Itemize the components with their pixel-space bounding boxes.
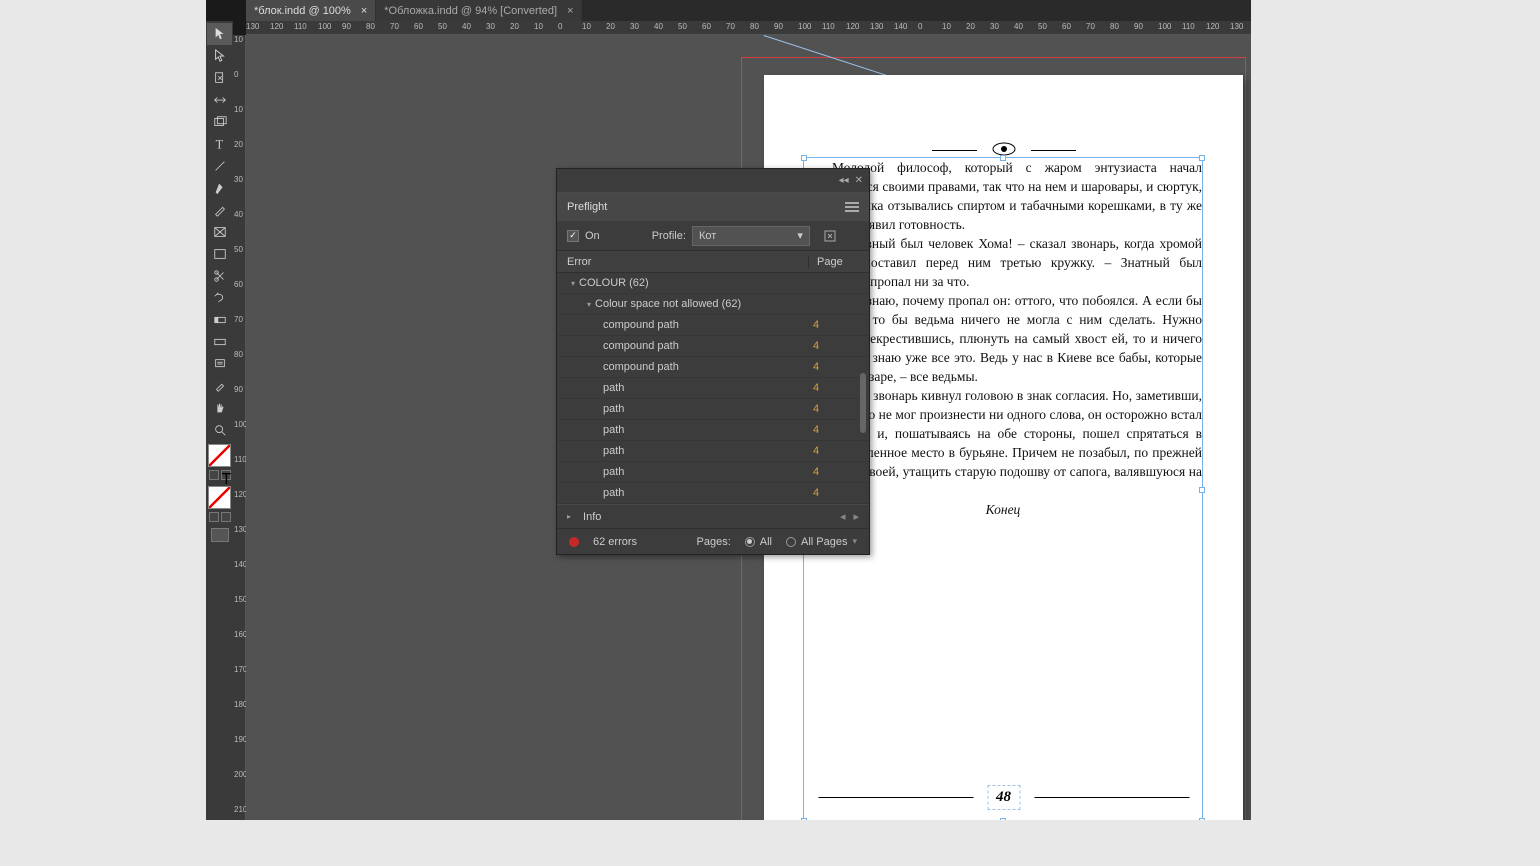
frame-handle[interactable] — [1000, 155, 1006, 161]
profile-select[interactable]: Кот ▾ — [692, 226, 810, 246]
frame-handle[interactable] — [801, 155, 807, 161]
formatting-container-icon[interactable] — [209, 470, 219, 480]
preflight-panel[interactable]: ◂◂ ✕ Preflight ✓ On Profile: Кот ▾ — [556, 168, 870, 555]
gradient-feather-tool[interactable] — [207, 331, 232, 353]
rectangle-tool[interactable] — [207, 243, 232, 265]
selection-tool[interactable] — [207, 23, 232, 45]
gap-tool[interactable] — [207, 89, 232, 111]
screen-mode-icon[interactable] — [211, 528, 229, 542]
document-tabs: *блок.indd @ 100% × *Обложка.indd @ 94% … — [246, 0, 1251, 21]
close-icon[interactable]: ✕ — [855, 175, 863, 186]
preflight-on-toggle[interactable]: ✓ On — [567, 230, 600, 242]
formatting-text-icon[interactable]: T — [221, 470, 231, 480]
page-tool[interactable] — [207, 67, 232, 89]
frame-handle[interactable] — [801, 818, 807, 820]
panel-title: Preflight — [567, 201, 607, 213]
column-error[interactable]: Error — [557, 256, 809, 268]
hand-tool[interactable] — [207, 397, 232, 419]
free-transform-tool[interactable] — [207, 287, 232, 309]
toolbox: T T — [206, 21, 233, 820]
panel-header-controls: ◂◂ ✕ — [557, 169, 869, 193]
caret-down-icon: ▾ — [587, 300, 591, 309]
scissors-tool[interactable] — [207, 265, 232, 287]
panel-menu-icon[interactable] — [845, 202, 859, 212]
close-icon[interactable]: × — [567, 5, 573, 17]
pen-tool[interactable] — [207, 177, 232, 199]
next-error-icon[interactable]: ▸ — [853, 510, 859, 523]
error-group[interactable]: ▾ COLOUR (62) — [557, 273, 869, 294]
preflight-controls: ✓ On Profile: Кот ▾ — [557, 221, 869, 251]
caret-down-icon: ▾ — [571, 279, 575, 288]
viewport: *блок.indd @ 100% × *Обложка.indd @ 94% … — [0, 0, 1540, 866]
error-item[interactable]: path4 — [557, 378, 869, 399]
rectangle-frame-tool[interactable] — [207, 221, 232, 243]
panel-title-row[interactable]: Preflight — [557, 193, 869, 221]
error-item[interactable]: compound path4 — [557, 315, 869, 336]
direct-selection-tool[interactable] — [207, 45, 232, 67]
scrollbar[interactable] — [860, 373, 866, 433]
radio-all-pages[interactable]: All Pages ▾ — [786, 536, 857, 548]
embed-profile-icon[interactable] — [822, 228, 838, 244]
error-indicator-icon — [569, 537, 579, 547]
close-icon[interactable]: × — [361, 5, 367, 17]
info-row[interactable]: ▸ Info ◂ ▸ — [557, 504, 869, 528]
error-item[interactable]: path4 — [557, 399, 869, 420]
eyedropper-tool[interactable] — [207, 375, 232, 397]
pages-label: Pages: — [697, 536, 731, 548]
type-tool[interactable]: T — [207, 133, 232, 155]
view-mode-normal-icon[interactable] — [209, 512, 219, 522]
ruler-vertical[interactable]: 1001020304050607080901001101201301401501… — [233, 35, 246, 820]
chevron-down-icon: ▾ — [797, 229, 803, 242]
zoom-tool[interactable] — [207, 419, 232, 441]
prev-error-icon[interactable]: ◂ — [840, 510, 846, 523]
preflight-footer: 62 errors Pages: All All Pages ▾ — [557, 528, 869, 554]
apply-none-swatch[interactable] — [208, 486, 231, 509]
gradient-swatch-tool[interactable] — [207, 309, 232, 331]
content-collector-tool[interactable] — [207, 111, 232, 133]
error-item[interactable]: path4 — [557, 420, 869, 441]
pencil-tool[interactable] — [207, 199, 232, 221]
error-subgroup[interactable]: ▾ Colour space not allowed (62) — [557, 294, 869, 315]
error-item[interactable]: path4 — [557, 462, 869, 483]
error-item[interactable]: path4 — [557, 483, 869, 504]
column-page[interactable]: Page — [809, 256, 869, 268]
page-number-ornament: 48 — [818, 785, 1189, 810]
frame-handle[interactable] — [1199, 487, 1205, 493]
line-tool[interactable] — [207, 155, 232, 177]
tab-inactive[interactable]: *Обложка.indd @ 94% [Converted] × — [376, 0, 582, 21]
tab-label: *блок.indd @ 100% — [254, 5, 351, 17]
caret-right-icon: ▸ — [567, 512, 571, 521]
view-mode-preview-icon[interactable] — [221, 512, 231, 522]
frame-handle[interactable] — [1000, 818, 1006, 820]
radio-all[interactable]: All — [745, 536, 772, 548]
profile-label: Profile: — [652, 230, 686, 242]
collapse-icon[interactable]: ◂◂ — [839, 175, 849, 186]
note-tool[interactable] — [207, 353, 232, 375]
frame-handle[interactable] — [1199, 155, 1205, 161]
checkbox-icon[interactable]: ✓ — [567, 230, 579, 242]
error-tree[interactable]: ▾ COLOUR (62) ▾ Colour space not allowed… — [557, 273, 869, 504]
frame-handle[interactable] — [1199, 818, 1205, 820]
error-item[interactable]: compound path4 — [557, 336, 869, 357]
error-item[interactable]: compound path4 — [557, 357, 869, 378]
app-window: *блок.indd @ 100% × *Обложка.indd @ 94% … — [206, 0, 1251, 820]
page-number[interactable]: 48 — [987, 785, 1020, 810]
ruler-horizontal[interactable]: 1301201101009080706050403020100102030405… — [246, 21, 1251, 35]
error-item[interactable]: path4 — [557, 441, 869, 462]
fill-swatch[interactable] — [208, 444, 231, 467]
chevron-down-icon: ▾ — [852, 536, 857, 547]
error-count: 62 errors — [593, 536, 637, 548]
column-headers: Error Page — [557, 251, 869, 273]
svg-text:T: T — [215, 137, 223, 151]
tab-label: *Обложка.indd @ 94% [Converted] — [384, 5, 557, 17]
tab-active[interactable]: *блок.indd @ 100% × — [246, 0, 376, 21]
